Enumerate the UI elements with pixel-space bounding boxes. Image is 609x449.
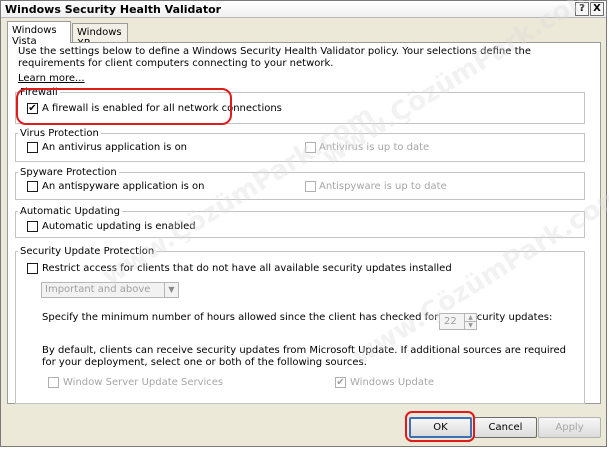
restrict-access-checkbox[interactable] — [27, 263, 38, 274]
hours-spinner-value: 22 — [444, 316, 457, 327]
help-button[interactable]: ? — [575, 2, 589, 16]
antispyware-uptodate-checkbox[interactable] — [305, 181, 316, 192]
antispyware-on-checkbox[interactable] — [27, 181, 38, 192]
chevron-down-icon: ▼ — [164, 283, 178, 297]
ok-button[interactable]: OK — [409, 417, 472, 438]
cancel-button[interactable]: Cancel — [474, 417, 537, 438]
spin-up-icon[interactable]: ▲ — [464, 314, 476, 322]
window-title: Windows Security Health Validator — [5, 3, 222, 16]
close-button[interactable]: X — [590, 2, 604, 16]
wsus-label: Window Server Update Services — [63, 377, 224, 388]
windows-update-label: Windows Update — [350, 377, 435, 388]
windows-update-checkbox[interactable]: ✔ — [335, 377, 346, 388]
wsus-checkbox[interactable] — [48, 377, 59, 388]
automatic-updating-checkbox[interactable] — [27, 221, 38, 232]
restrict-access-label: Restrict access for clients that do not … — [42, 263, 452, 274]
antispyware-uptodate-label: Antispyware is up to date — [319, 181, 447, 192]
antivirus-on-label: An antivirus application is on — [42, 142, 188, 153]
title-bar: Windows Security Health Validator ? X — [1, 1, 606, 18]
antivirus-uptodate-checkbox[interactable] — [305, 142, 316, 153]
spin-down-icon[interactable]: ▼ — [464, 322, 476, 330]
security-health-validator-dialog: Windows Security Health Validator ? X Wi… — [0, 0, 609, 447]
antivirus-uptodate-label: Antivirus is up to date — [319, 142, 430, 153]
firewall-checkbox-label: A firewall is enabled for all network co… — [42, 103, 282, 114]
firewall-legend: Firewall — [20, 87, 58, 98]
antispyware-on-label: An antispyware application is on — [42, 181, 205, 192]
spyware-protection-legend: Spyware Protection — [20, 167, 117, 178]
virus-protection-legend: Virus Protection — [20, 128, 99, 139]
apply-button[interactable]: Apply — [538, 417, 601, 438]
firewall-checkbox[interactable]: ✔ — [27, 103, 38, 114]
severity-select[interactable]: Important and above ▼ — [41, 282, 179, 298]
automatic-updating-label: Automatic updating is enabled — [42, 221, 196, 232]
update-sources-text: By default, clients can receive security… — [42, 345, 566, 368]
hours-spinner[interactable]: 22 ▲ ▼ — [439, 313, 477, 330]
tab-windows-xp[interactable]: Windows XP — [72, 23, 128, 49]
learn-more-link[interactable]: Learn more... — [18, 73, 85, 84]
severity-select-value: Important and above — [45, 284, 151, 295]
tab-windows-vista[interactable]: Windows Vista — [7, 21, 71, 47]
security-update-legend: Security Update Protection — [20, 246, 155, 257]
antivirus-on-checkbox[interactable] — [27, 142, 38, 153]
intro-text: Use the settings below to define a Windo… — [18, 46, 531, 69]
automatic-updating-legend: Automatic Updating — [20, 206, 120, 217]
